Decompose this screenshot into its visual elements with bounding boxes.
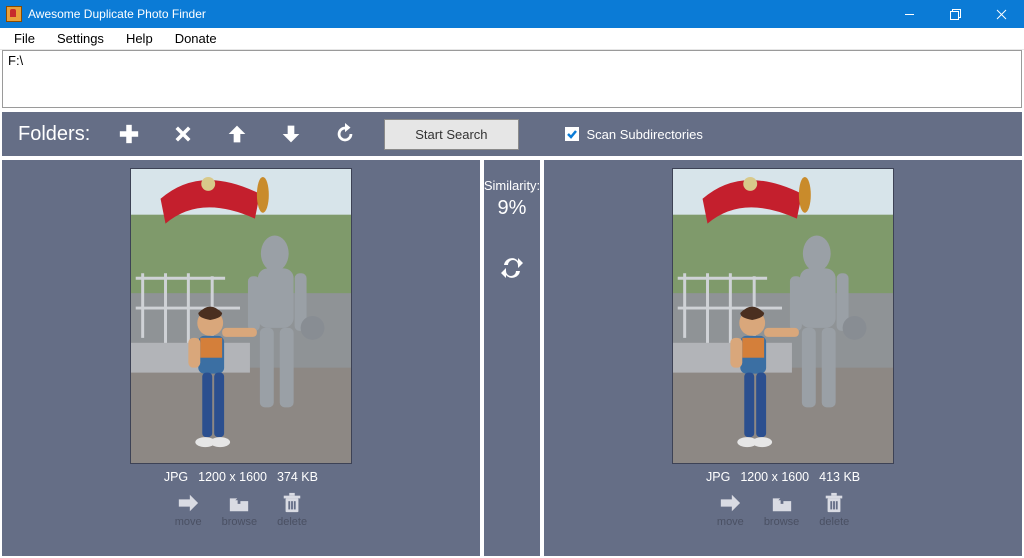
left-move-button[interactable]: move <box>175 492 202 528</box>
comparison-area: JPG 1200 x 1600 374 KB move browse delet… <box>2 160 1022 556</box>
folder-path-entry[interactable]: F:\ <box>8 53 1016 68</box>
left-dimensions: 1200 x 1600 <box>198 470 267 484</box>
right-dimensions: 1200 x 1600 <box>740 470 809 484</box>
left-browse-button[interactable]: browse <box>222 492 257 528</box>
similarity-value: 9% <box>498 197 527 220</box>
right-format: JPG <box>706 470 730 484</box>
right-image-panel: JPG 1200 x 1600 413 KB move browse delet… <box>544 160 1022 556</box>
left-move-label: move <box>175 516 202 528</box>
scan-subdirectories-checkbox[interactable] <box>565 127 579 141</box>
remove-folder-button[interactable] <box>170 121 196 147</box>
left-size: 374 KB <box>277 470 318 484</box>
menu-file[interactable]: File <box>4 29 45 48</box>
right-delete-label: delete <box>819 516 849 528</box>
left-browse-label: browse <box>222 516 257 528</box>
left-image-meta: JPG 1200 x 1600 374 KB <box>164 470 318 484</box>
menu-donate[interactable]: Donate <box>165 29 227 48</box>
right-delete-button[interactable]: delete <box>819 492 849 528</box>
toolbar: Folders: Start Search Scan Subdirectorie… <box>2 112 1022 156</box>
folders-label: Folders: <box>18 123 90 146</box>
right-image-meta: JPG 1200 x 1600 413 KB <box>706 470 860 484</box>
refresh-button[interactable] <box>332 121 358 147</box>
right-size: 413 KB <box>819 470 860 484</box>
similarity-label: Similarity: <box>484 178 540 193</box>
left-delete-label: delete <box>277 516 307 528</box>
folder-path-list[interactable]: F:\ <box>2 50 1022 108</box>
app-icon <box>6 6 22 22</box>
similarity-panel: Similarity: 9% <box>484 160 540 556</box>
maximize-button[interactable] <box>932 0 978 28</box>
window-title: Awesome Duplicate Photo Finder <box>28 7 206 21</box>
menu-help[interactable]: Help <box>116 29 163 48</box>
menu-settings[interactable]: Settings <box>47 29 114 48</box>
right-browse-button[interactable]: browse <box>764 492 799 528</box>
add-folder-button[interactable] <box>116 121 142 147</box>
swap-button[interactable] <box>500 256 524 283</box>
titlebar: Awesome Duplicate Photo Finder <box>0 0 1024 28</box>
left-image-panel: JPG 1200 x 1600 374 KB move browse delet… <box>2 160 480 556</box>
right-image-preview[interactable] <box>672 168 894 464</box>
move-down-button[interactable] <box>278 121 304 147</box>
right-move-button[interactable]: move <box>717 492 744 528</box>
left-format: JPG <box>164 470 188 484</box>
close-button[interactable] <box>978 0 1024 28</box>
right-move-label: move <box>717 516 744 528</box>
scan-subdirectories-label: Scan Subdirectories <box>587 127 703 142</box>
minimize-button[interactable] <box>886 0 932 28</box>
start-search-button[interactable]: Start Search <box>384 119 518 150</box>
left-image-preview[interactable] <box>130 168 352 464</box>
left-delete-button[interactable]: delete <box>277 492 307 528</box>
menubar: File Settings Help Donate <box>0 28 1024 50</box>
move-up-button[interactable] <box>224 121 250 147</box>
right-browse-label: browse <box>764 516 799 528</box>
